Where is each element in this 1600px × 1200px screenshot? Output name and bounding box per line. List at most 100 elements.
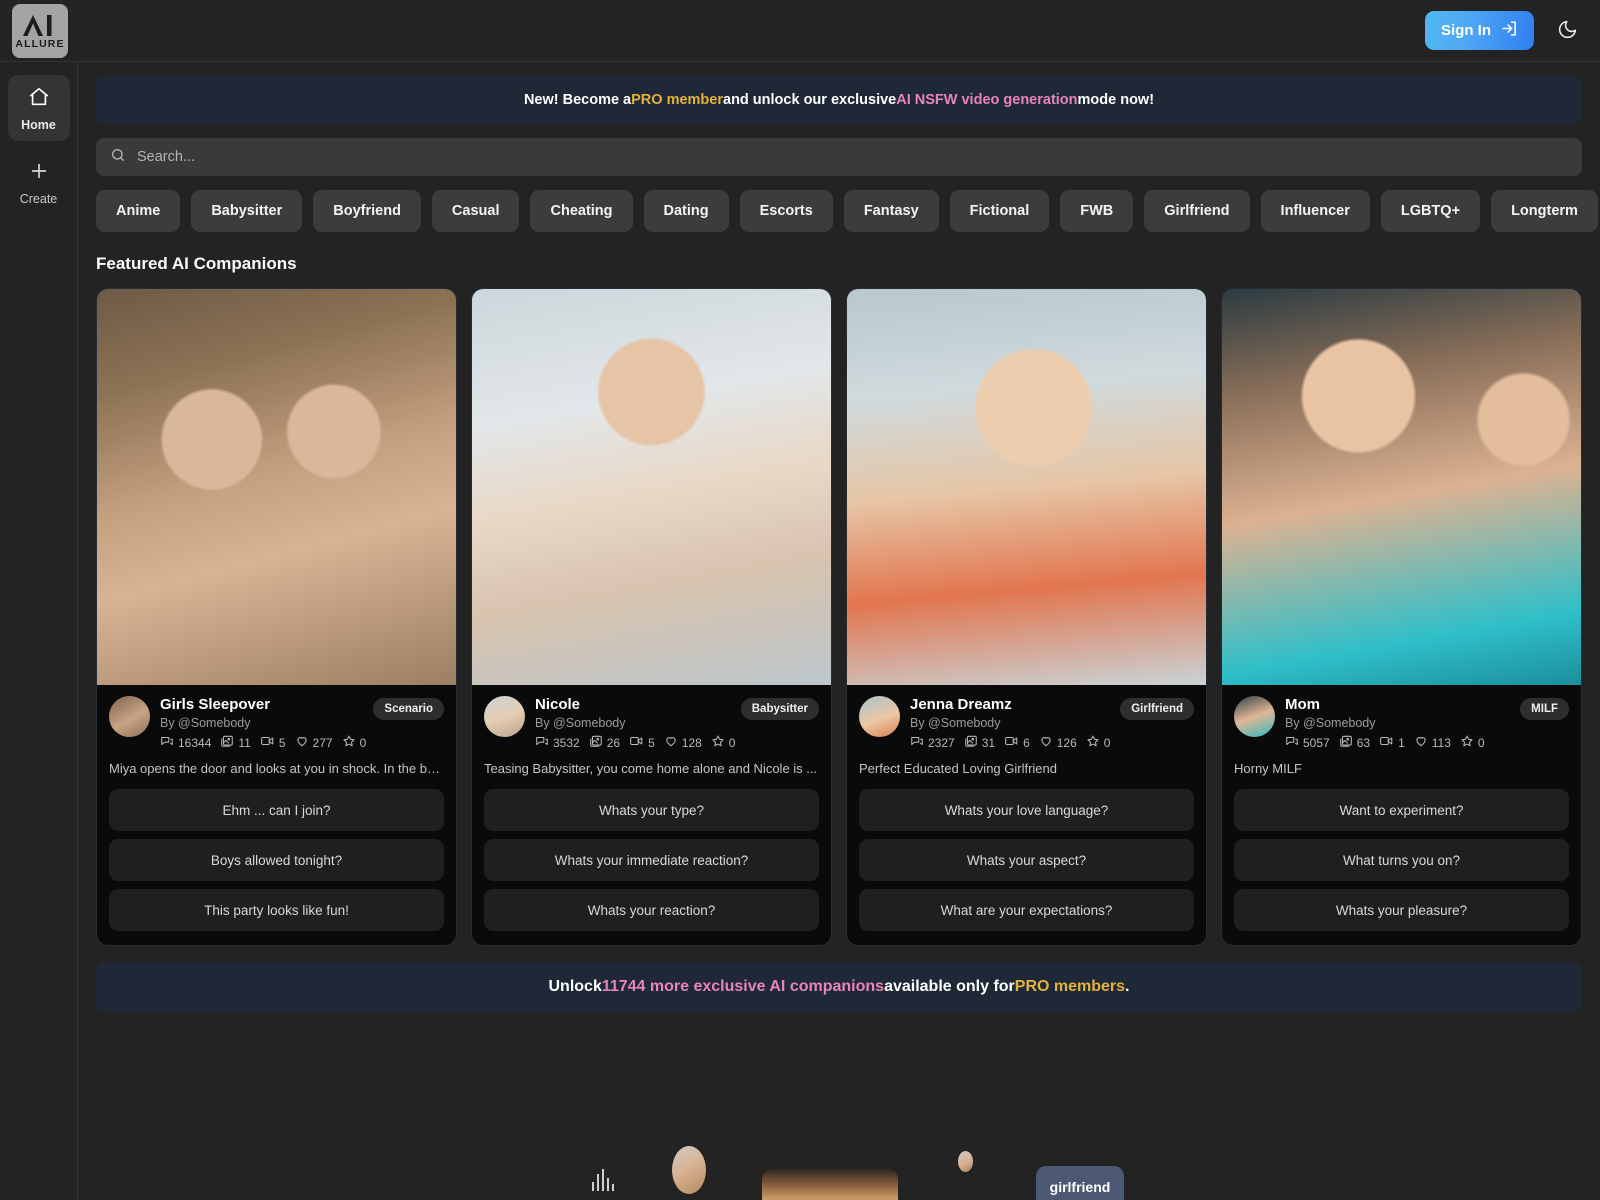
sidebar-item-create[interactable]: Create [8,149,70,215]
prompt-button[interactable]: Whats your aspect? [859,839,1194,881]
companion-image[interactable] [472,289,831,685]
companion-card[interactable]: Girls Sleepover By @Somebody 16344 11 5 … [96,288,457,946]
prompt-button[interactable]: Whats your love language? [859,789,1194,831]
moon-icon [1557,19,1578,43]
category-tab-girlfriend[interactable]: Girlfriend [1144,190,1250,232]
companion-card-header: Girls Sleepover By @Somebody 16344 11 5 … [109,696,444,751]
companion-description: Perfect Educated Loving Girlfriend [859,761,1057,776]
stat-videos-value: 5 [278,735,286,750]
category-tab-fwb[interactable]: FWB [1060,190,1134,232]
category-tab-longterm[interactable]: Longterm [1491,190,1598,232]
prompt-button[interactable]: This party looks like fun! [109,889,444,931]
category-tab-influencer[interactable]: Influencer [1260,190,1370,232]
unlock-banner[interactable]: Unlock 11744 more exclusive AI companion… [96,962,1582,1012]
star-icon [1460,734,1474,751]
companion-identity: Jenna Dreamz By @Somebody 2327 31 6 126 … [910,696,1110,751]
stat-videos: 6 [1004,734,1030,751]
companion-image[interactable] [97,289,456,685]
stat-chats: 16344 [160,734,211,751]
category-tab-dating[interactable]: Dating [643,190,729,232]
stat-chats-value: 3532 [553,735,580,750]
stat-images: 63 [1339,734,1370,751]
companion-card[interactable]: Jenna Dreamz By @Somebody 2327 31 6 126 … [846,288,1207,946]
category-tab-babysitter[interactable]: Babysitter [191,190,303,232]
companion-card[interactable]: Mom By @Somebody 5057 63 1 113 0 MILF Ho… [1221,288,1582,946]
search-bar[interactable]: Search... [96,138,1582,176]
category-tab-lgbtq-[interactable]: LGBTQ+ [1380,190,1481,232]
stat-videos-value: 1 [1398,735,1405,750]
stat-likes: 113 [1414,734,1451,751]
category-tab-anime[interactable]: Anime [96,190,181,232]
sidebar-item-home[interactable]: Home [7,75,70,141]
video-camera-icon [260,734,275,751]
sign-in-button[interactable]: Sign In [1425,11,1534,50]
companion-author: By @Somebody [160,716,251,730]
login-arrow-icon [1501,20,1518,41]
brand-logo[interactable]: ALLURE [12,3,68,58]
stat-stars-value: 0 [1477,735,1485,750]
search-input[interactable]: Search... [137,149,195,165]
page-title: Featured AI Companions [96,254,297,273]
stat-likes-value: 126 [1056,735,1077,750]
avatar [484,696,525,737]
companion-description: Horny MILF [1234,761,1302,776]
category-tab-fictional[interactable]: Fictional [949,190,1050,232]
companion-name: Nicole [535,696,581,713]
stat-chats: 3532 [535,734,580,751]
stat-stars: 0 [711,734,735,751]
prompt-list: Want to experiment? What turns you on? Wha… [1222,789,1581,945]
stat-videos-value: 5 [648,735,655,750]
chat-bubble-icon [160,734,174,751]
prompt-button[interactable]: Whats your reaction? [484,889,819,931]
companion-card-body: Nicole By @Somebody 3532 26 5 128 0 Baby… [472,685,831,789]
prompt-button[interactable]: Whats your type? [484,789,819,831]
category-tab-cheating[interactable]: Cheating [530,190,633,232]
stat-stars: 0 [1460,734,1485,751]
companion-image[interactable] [1222,289,1581,685]
stat-images-value: 63 [1356,735,1371,750]
companion-identity: Nicole By @Somebody 3532 26 5 128 0 [535,696,735,751]
companion-stats: 2327 31 6 126 0 [910,734,1110,751]
prompt-button[interactable]: What are your expectations? [859,889,1194,931]
category-tabs[interactable]: Anime Babysitter Boyfriend Casual Cheating Da… [96,190,1600,232]
sidebar-item-home-label: Home [21,118,56,132]
sidebar: Home Create [0,62,78,1200]
companion-card[interactable]: Nicole By @Somebody 3532 26 5 128 0 Baby… [471,288,832,946]
prompt-button[interactable]: Whats your pleasure? [1234,889,1569,931]
category-tab-casual[interactable]: Casual [431,190,520,232]
brand-wordmark: ALLURE [15,37,65,50]
stat-likes: 277 [295,734,333,751]
prompt-list: Whats your type? Whats your immediate rea… [472,789,831,945]
stat-chats: 2327 [910,734,955,751]
promo-banner[interactable]: New! Become a PRO member and unlock our … [96,76,1582,124]
avatar [859,696,900,737]
companion-image[interactable] [847,289,1206,685]
status-badge: Babysitter [740,698,819,720]
companion-identity: Mom By @Somebody 5057 63 1 113 0 [1285,696,1510,751]
category-tab-boyfriend[interactable]: Boyfriend [313,190,421,232]
prompt-button[interactable]: Whats your immediate reaction? [484,839,819,881]
image-icon [964,734,978,751]
companion-author: By @Somebody [535,716,626,730]
category-tab-fantasy[interactable]: Fantasy [843,190,939,232]
companion-stats: 16344 11 5 277 0 [160,734,366,751]
category-tab-escorts[interactable]: Escorts [739,190,833,232]
theme-toggle-button[interactable] [1550,14,1584,48]
stat-stars: 0 [342,734,366,751]
bottom-preview-section: girlfriend [78,1066,1600,1200]
star-icon [342,734,356,751]
plus-icon [28,160,50,187]
prompt-button[interactable]: Ehm ... can I join? [109,789,444,831]
companion-description: Teasing Babysitter, you come home alone … [484,761,818,776]
status-badge: MILF [1520,698,1569,720]
preview-tag-girlfriend[interactable]: girlfriend [1036,1166,1124,1200]
prompt-button[interactable]: Boys allowed tonight? [109,839,444,881]
sidebar-item-create-label: Create [19,191,58,206]
companion-card-body: Girls Sleepover By @Somebody 16344 11 5 … [97,685,456,789]
companion-name: Girls Sleepover [160,696,271,713]
main-content: New! Become a PRO member and unlock our … [78,62,1600,1200]
preview-tag-label: girlfriend [1049,1179,1111,1195]
prompt-button[interactable]: What turns you on? [1234,839,1569,881]
prompt-button[interactable]: Want to experiment? [1234,789,1569,831]
companion-stats: 5057 63 1 113 0 [1285,734,1510,751]
